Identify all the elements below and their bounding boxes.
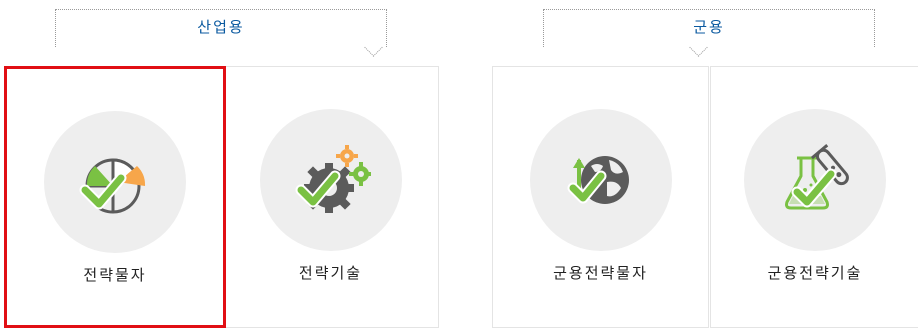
card-label: 전략기술	[298, 264, 363, 282]
tab-pointer	[689, 38, 708, 57]
gears-check-icon	[295, 145, 371, 213]
pie-chart-check-icon	[79, 158, 146, 214]
group-tab-industrial: 산업용	[55, 9, 387, 57]
flask-check-icon	[785, 144, 849, 210]
card-label: 군용전략기술	[767, 264, 863, 282]
card-strategic-goods[interactable]: 전략물자	[4, 66, 226, 328]
card-label: 군용전략물자	[553, 264, 648, 282]
group-label: 산업용	[197, 18, 245, 36]
icon-circle	[529, 109, 672, 251]
globe-check-icon	[567, 156, 629, 204]
card-strategic-technology[interactable]: 전략기술	[222, 66, 439, 328]
icon-circle	[259, 109, 402, 251]
card-military-strategic-goods[interactable]: 군용전략물자	[492, 66, 709, 328]
group-label: 군용	[693, 18, 725, 36]
card-label: 전략물자	[83, 266, 147, 284]
icon-circle	[744, 109, 886, 251]
group-tab-military: 군용	[543, 9, 875, 57]
card-military-strategic-technology[interactable]: 군용전략기술	[710, 66, 918, 328]
tab-pointer	[364, 38, 383, 57]
icon-circle	[44, 111, 186, 253]
